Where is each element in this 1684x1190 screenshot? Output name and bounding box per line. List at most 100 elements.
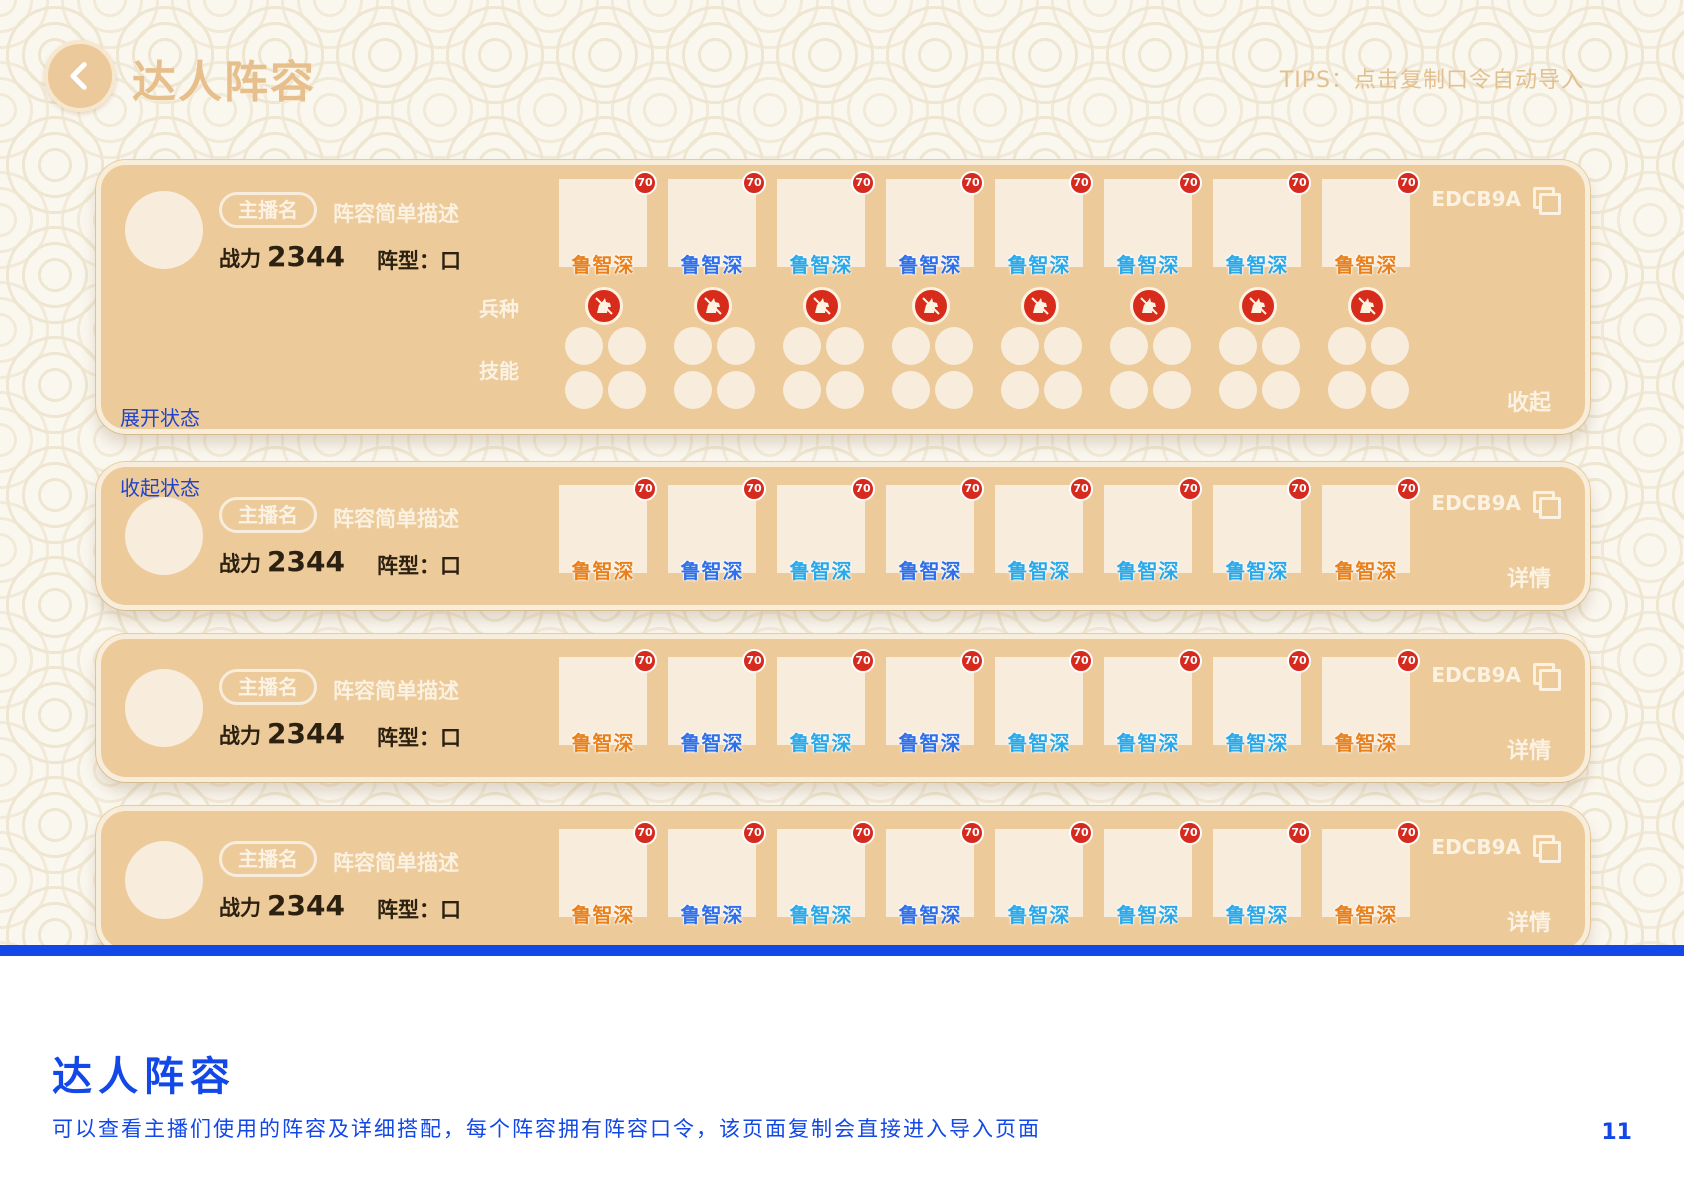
lineup-code-text[interactable]: EDCB9A (1431, 835, 1521, 859)
hero-slot[interactable]: 70 鲁智深 (559, 649, 657, 755)
skill-slot[interactable] (1262, 327, 1300, 365)
hero-level-badge: 70 (851, 477, 875, 501)
lineup-code-text[interactable]: EDCB9A (1431, 187, 1521, 211)
hero-slot[interactable]: 70 鲁智深 (1322, 171, 1420, 277)
hero-name: 鲁智深 (1225, 253, 1289, 277)
skill-slot[interactable] (608, 371, 646, 409)
skill-row-label: 技能 (479, 359, 519, 383)
hero-slot[interactable]: 70 鲁智深 (777, 477, 875, 583)
lineup-code[interactable]: EDCB9A (1431, 663, 1561, 691)
skill-slot[interactable] (935, 327, 973, 365)
skill-slot[interactable] (892, 327, 930, 365)
avatar[interactable] (125, 841, 203, 919)
hero-slot[interactable]: 70 鲁智深 (995, 821, 1093, 927)
skill-slot[interactable] (717, 371, 755, 409)
hero-slot[interactable]: 70 鲁智深 (559, 171, 657, 277)
lineup-code-text[interactable]: EDCB9A (1431, 491, 1521, 515)
hero-slot[interactable]: 70 鲁智深 (668, 477, 766, 583)
hero-slot[interactable]: 70 鲁智深 (1213, 171, 1311, 277)
skill-slot[interactable] (1001, 327, 1039, 365)
hero-slot[interactable]: 70 鲁智深 (777, 821, 875, 927)
anchor-name-tag[interactable]: 主播名 (219, 497, 317, 533)
hero-slot[interactable]: 70 鲁智深 (1322, 477, 1420, 583)
hero-slot[interactable]: 70 鲁智深 (995, 477, 1093, 583)
skill-slot[interactable] (1153, 371, 1191, 409)
skill-slot[interactable] (565, 371, 603, 409)
skill-slot[interactable] (565, 327, 603, 365)
hero-slot[interactable]: 70 鲁智深 (1104, 649, 1202, 755)
hero-slot[interactable]: 70 鲁智深 (1104, 477, 1202, 583)
hero-slot[interactable]: 70 鲁智深 (886, 649, 984, 755)
hero-slot[interactable]: 70 鲁智深 (1213, 477, 1311, 583)
skill-slot[interactable] (1328, 327, 1366, 365)
skill-slot[interactable] (717, 327, 755, 365)
hero-slot[interactable]: 70 鲁智深 (777, 649, 875, 755)
avatar[interactable] (125, 497, 203, 575)
skill-slot[interactable] (826, 371, 864, 409)
lineup-code[interactable]: EDCB9A (1431, 835, 1561, 863)
skill-slot[interactable] (674, 327, 712, 365)
hero-slot[interactable]: 70 鲁智深 (886, 171, 984, 277)
skill-slot[interactable] (1219, 371, 1257, 409)
skill-slot[interactable] (674, 371, 712, 409)
hero-slot[interactable]: 70 鲁智深 (995, 649, 1093, 755)
hero-slot[interactable]: 70 鲁智深 (1322, 649, 1420, 755)
avatar[interactable] (125, 191, 203, 269)
skill-slot[interactable] (1110, 327, 1148, 365)
hero-slot[interactable]: 70 鲁智深 (1104, 171, 1202, 277)
skill-slot[interactable] (1110, 371, 1148, 409)
hero-name: 鲁智深 (789, 559, 853, 583)
copy-icon[interactable] (1533, 187, 1561, 215)
hero-name: 鲁智深 (1334, 559, 1398, 583)
collapse-button[interactable]: 收起 (1507, 385, 1551, 417)
skill-slot[interactable] (783, 327, 821, 365)
hero-slot[interactable]: 70 鲁智深 (668, 649, 766, 755)
detail-button[interactable]: 详情 (1507, 561, 1551, 593)
skill-slot[interactable] (935, 371, 973, 409)
skill-slot[interactable] (783, 371, 821, 409)
anchor-name-tag[interactable]: 主播名 (219, 669, 317, 705)
skill-slot[interactable] (826, 327, 864, 365)
skill-slot[interactable] (608, 327, 646, 365)
hero-slot[interactable]: 70 鲁智深 (1322, 821, 1420, 927)
hero-slot[interactable]: 70 鲁智深 (1213, 649, 1311, 755)
caption-description: 可以查看主播们使用的阵容及详细搭配，每个阵容拥有阵容口令，该页面复制会直接进入导… (52, 1117, 1041, 1141)
copy-icon[interactable] (1533, 491, 1561, 519)
avatar[interactable] (125, 669, 203, 747)
anchor-name-tag[interactable]: 主播名 (219, 192, 317, 228)
skill-slot[interactable] (892, 371, 930, 409)
lineup-code[interactable]: EDCB9A (1431, 491, 1561, 519)
formation-value: 口 (440, 726, 461, 750)
copy-icon[interactable] (1533, 835, 1561, 863)
skill-slot[interactable] (1371, 327, 1409, 365)
skill-slot[interactable] (1328, 371, 1366, 409)
lineup-code[interactable]: EDCB9A (1431, 187, 1561, 215)
hero-level-badge: 70 (633, 649, 657, 673)
anchor-name-tag[interactable]: 主播名 (219, 841, 317, 877)
hero-slot[interactable]: 70 鲁智深 (1213, 821, 1311, 927)
hero-slot[interactable]: 70 鲁智深 (995, 171, 1093, 277)
hero-slot[interactable]: 70 鲁智深 (559, 821, 657, 927)
skill-slot[interactable] (1262, 371, 1300, 409)
skill-slot[interactable] (1219, 327, 1257, 365)
hero-slot[interactable]: 70 鲁智深 (777, 171, 875, 277)
copy-icon[interactable] (1533, 663, 1561, 691)
detail-button[interactable]: 详情 (1507, 733, 1551, 765)
hero-slot[interactable]: 70 鲁智深 (559, 477, 657, 583)
detail-button[interactable]: 详情 (1507, 905, 1551, 937)
skill-slot[interactable] (1001, 371, 1039, 409)
hero-slot[interactable]: 70 鲁智深 (668, 171, 766, 277)
formation-stat: 阵型：口 (377, 894, 461, 924)
skill-slot[interactable] (1153, 327, 1191, 365)
skill-slot[interactable] (1044, 371, 1082, 409)
lineup-code-text[interactable]: EDCB9A (1431, 663, 1521, 687)
power-label: 战力 (219, 724, 261, 748)
hero-slot[interactable]: 70 鲁智深 (886, 477, 984, 583)
skill-slot[interactable] (1044, 327, 1082, 365)
hero-slot[interactable]: 70 鲁智深 (1104, 821, 1202, 927)
hero-slot[interactable]: 70 鲁智深 (668, 821, 766, 927)
back-button[interactable] (44, 40, 116, 112)
hero-slot[interactable]: 70 鲁智深 (886, 821, 984, 927)
hero-name: 鲁智深 (898, 731, 962, 755)
skill-slot[interactable] (1371, 371, 1409, 409)
